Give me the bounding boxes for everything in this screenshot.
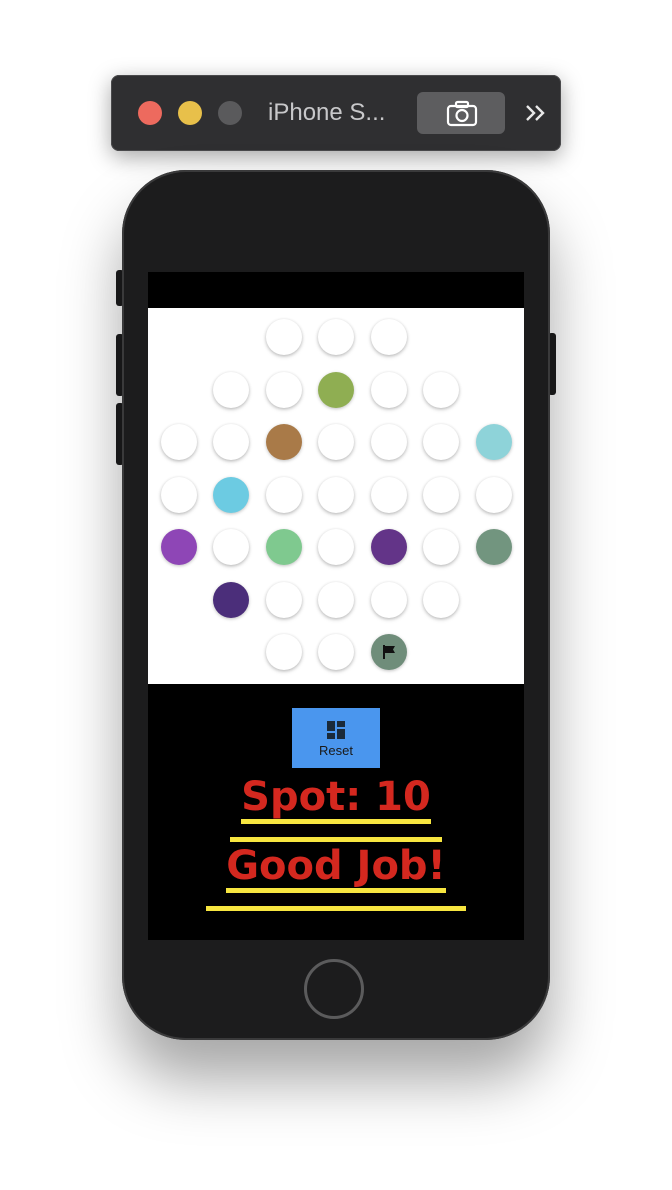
more-options-button[interactable] xyxy=(521,97,551,129)
colored-cell[interactable] xyxy=(213,581,249,618)
result-text: Good Job! xyxy=(226,844,446,893)
double-chevron-right-icon xyxy=(526,105,545,121)
dashboard-icon xyxy=(327,721,345,739)
phone-screen: Reset Spot: 10 Good Job! xyxy=(148,272,524,940)
colored-cell[interactable] xyxy=(265,424,302,460)
empty-cell[interactable] xyxy=(213,424,249,460)
colored-cell[interactable] xyxy=(213,476,249,513)
game-board xyxy=(148,308,524,684)
colored-cell[interactable] xyxy=(318,371,354,408)
empty-cell[interactable] xyxy=(370,581,407,618)
empty-cell[interactable] xyxy=(213,529,249,565)
result-message: Good Job! xyxy=(148,843,524,893)
colored-cell[interactable] xyxy=(370,529,407,565)
empty-cell[interactable] xyxy=(370,476,407,513)
empty-cell[interactable] xyxy=(370,424,407,460)
flag-cell[interactable] xyxy=(370,634,407,670)
home-button[interactable] xyxy=(304,959,364,1019)
empty-cell[interactable] xyxy=(423,529,459,565)
zoom-window-button[interactable] xyxy=(218,101,242,125)
empty-cell[interactable] xyxy=(423,371,459,408)
empty-cell[interactable] xyxy=(318,529,354,565)
minimize-window-button[interactable] xyxy=(178,101,202,125)
empty-cell[interactable] xyxy=(160,424,197,460)
colored-cell[interactable] xyxy=(265,529,302,565)
result-double-underline xyxy=(206,906,466,911)
colored-cell[interactable] xyxy=(475,424,512,460)
reset-label: Reset xyxy=(319,743,353,758)
spot-counter: Spot: 10 xyxy=(148,774,524,824)
colored-cell[interactable] xyxy=(475,529,512,565)
screenshot-button[interactable] xyxy=(417,92,505,134)
colored-cell[interactable] xyxy=(160,529,197,565)
empty-cell[interactable] xyxy=(318,634,354,670)
empty-cell[interactable] xyxy=(318,319,354,355)
empty-cell[interactable] xyxy=(423,581,459,618)
empty-cell[interactable] xyxy=(160,476,197,513)
empty-cell[interactable] xyxy=(475,476,512,513)
empty-cell[interactable] xyxy=(370,319,407,355)
window-title: iPhone S... xyxy=(268,99,386,126)
spot-double-underline xyxy=(230,837,442,842)
empty-cell[interactable] xyxy=(423,424,459,460)
simulator-root: iPhone S... Reset Spot: 10 Good Job! xyxy=(0,0,672,1190)
empty-cell[interactable] xyxy=(423,476,459,513)
empty-cell[interactable] xyxy=(265,634,302,670)
empty-cell[interactable] xyxy=(265,476,302,513)
empty-cell[interactable] xyxy=(318,581,354,618)
empty-cell[interactable] xyxy=(318,476,354,513)
spot-text: Spot: 10 xyxy=(241,775,431,824)
empty-cell[interactable] xyxy=(213,371,249,408)
empty-cell[interactable] xyxy=(265,371,302,408)
empty-cell[interactable] xyxy=(370,371,407,408)
empty-cell[interactable] xyxy=(265,581,302,618)
flag-icon xyxy=(382,645,395,659)
camera-icon xyxy=(446,100,478,127)
empty-cell[interactable] xyxy=(265,319,302,355)
reset-button[interactable]: Reset xyxy=(292,708,380,768)
simulator-titlebar: iPhone S... xyxy=(111,75,561,151)
empty-cell[interactable] xyxy=(318,424,354,460)
close-window-button[interactable] xyxy=(138,101,162,125)
